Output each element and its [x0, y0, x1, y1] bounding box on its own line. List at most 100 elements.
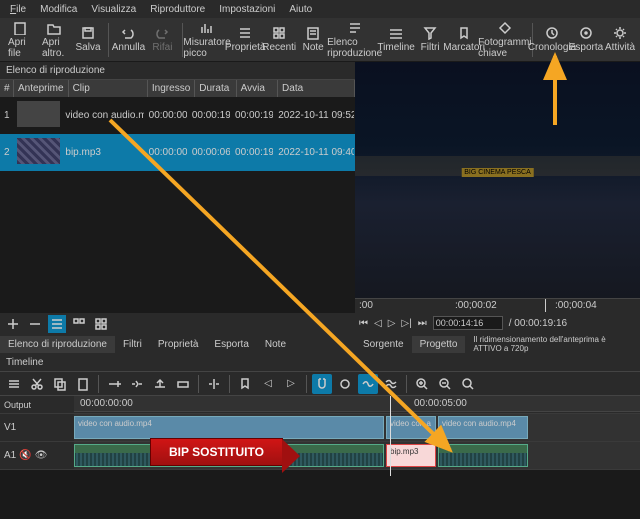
peak-meter-button[interactable]: Misuratore picco [187, 19, 227, 61]
menu-settings[interactable]: Impostazioni [213, 2, 281, 17]
undo-button[interactable]: Annulla [112, 24, 144, 55]
tl-zoom-out-button[interactable] [435, 374, 455, 394]
tab-props[interactable]: Proprietà [150, 336, 207, 353]
audio-clip[interactable] [438, 444, 528, 467]
video-clip[interactable]: video con a [386, 416, 436, 439]
playlist-button[interactable]: Elenco riproduzione [331, 19, 378, 61]
notes-button[interactable]: Note [297, 24, 329, 55]
minus-icon [28, 317, 42, 331]
timeline-panel-title: Timeline [0, 354, 640, 372]
tl-prev-marker-button[interactable]: ◁ [258, 374, 278, 394]
tl-cut-button[interactable] [27, 374, 47, 394]
filters-button[interactable]: Filtri [414, 24, 446, 55]
tl-split-button[interactable] [204, 374, 224, 394]
export-icon [579, 26, 593, 40]
tl-copy-button[interactable] [50, 374, 70, 394]
video-clip[interactable]: video con audio.mp4 [438, 416, 528, 439]
col-start[interactable]: Avvia [237, 80, 278, 97]
next-frame-button[interactable]: ▷| [401, 318, 411, 329]
playlist-row[interactable]: 2 bip.mp3 00:00:00:00 00:00:06:01 00:00:… [0, 134, 355, 171]
audio-clip-bip[interactable]: bip.mp3 [386, 444, 436, 467]
mute-icon[interactable]: 🔇 [19, 450, 31, 461]
transport-bar: ⏮ ◁ ▷ ▷| ⏭ / 00:00:19:16 [355, 312, 640, 334]
tl-zoom-in-button[interactable] [412, 374, 432, 394]
preview-ruler[interactable]: :00 :00;00:02 :00;00:04 [355, 298, 640, 312]
skip-end-button[interactable]: ⏭ [418, 318, 427, 329]
tab-notes[interactable]: Note [257, 336, 294, 353]
open-other-button[interactable]: Apri altro. [38, 19, 70, 61]
position-field[interactable] [433, 316, 503, 330]
tl-next-marker-button[interactable]: ▷ [281, 374, 301, 394]
view-details-button[interactable] [48, 315, 66, 333]
menu-edit[interactable]: Modifica [34, 2, 83, 17]
preview-player[interactable]: BIG CINEMA PESCA [355, 62, 640, 298]
history-button[interactable]: Cronologia [536, 24, 568, 55]
view-tiles-button[interactable] [70, 315, 88, 333]
eye-icon[interactable]: 👁 [35, 450, 48, 461]
skip-start-button[interactable]: ⏮ [359, 318, 368, 329]
export-button[interactable]: Esporta [570, 24, 602, 55]
tl-ripple-delete-button[interactable] [127, 374, 147, 394]
tl-append-button[interactable] [104, 374, 124, 394]
view-icons-button[interactable] [92, 315, 110, 333]
col-dur[interactable]: Durata [195, 80, 236, 97]
tl-paste-button[interactable] [73, 374, 93, 394]
video-clip[interactable]: video con audio.mp4 [74, 416, 384, 439]
ripple-all-icon [384, 377, 398, 391]
col-in[interactable]: Ingresso [148, 80, 195, 97]
tl-zoom-fit-button[interactable] [458, 374, 478, 394]
tl-snap-button[interactable] [312, 374, 332, 394]
lift-icon [153, 377, 167, 391]
playhead-mark[interactable] [545, 299, 546, 312]
menu-file[interactable]: FFileile [4, 2, 32, 17]
recent-button[interactable]: Recenti [263, 24, 295, 55]
split-icon [207, 377, 221, 391]
col-num[interactable]: # [0, 80, 14, 97]
tab-playlist[interactable]: Elenco di riproduzione [0, 336, 115, 353]
tl-ripple-button[interactable] [358, 374, 378, 394]
menu-view[interactable]: Visualizza [85, 2, 142, 17]
tab-source[interactable]: Sorgente [355, 336, 412, 353]
meter-icon [200, 21, 214, 35]
col-date[interactable]: Data [278, 80, 355, 97]
tl-scrub-button[interactable] [335, 374, 355, 394]
redo-icon [155, 26, 169, 40]
track-header-v1[interactable]: V1 [0, 414, 74, 441]
save-button[interactable]: Salva [72, 24, 104, 55]
prev-frame-button[interactable]: ◁ [374, 318, 382, 329]
timeline-button[interactable]: Timeline [380, 24, 412, 55]
jobs-button[interactable]: Attività [604, 24, 636, 55]
keyframes-button[interactable]: Fotogrammi chiave [482, 19, 527, 61]
tab-filters[interactable]: Filtri [115, 336, 150, 353]
play-button[interactable]: ▷ [388, 318, 396, 329]
tiles-icon [72, 317, 86, 331]
playlist-view-toolbar [0, 313, 355, 336]
remove-button[interactable] [26, 315, 44, 333]
right-tabbar: Sorgente Progetto Il ridimensionamento d… [355, 334, 640, 354]
playlist-row[interactable]: 1 video con audio.mp4 00:00:00:00 00:00:… [0, 97, 355, 134]
plus-icon [6, 317, 20, 331]
properties-button[interactable]: Proprietà [229, 24, 261, 55]
tl-lift-button[interactable] [150, 374, 170, 394]
col-clip[interactable]: Clip [69, 80, 148, 97]
open-file-button[interactable]: Apri file [4, 19, 36, 61]
tl-marker-button[interactable] [235, 374, 255, 394]
markers-button[interactable]: Marcatori [448, 24, 480, 55]
playhead[interactable] [390, 396, 391, 476]
add-button[interactable] [4, 315, 22, 333]
tab-project[interactable]: Progetto [412, 336, 466, 353]
tab-export[interactable]: Esporta [206, 336, 256, 353]
tl-menu-button[interactable] [4, 374, 24, 394]
redo-button[interactable]: Rifai [146, 24, 178, 55]
col-thumb[interactable]: Anteprime [14, 80, 69, 97]
timeline-ruler[interactable]: 00:00:00:00 00:00:05:00 [74, 396, 640, 412]
scene-sign: BIG CINEMA PESCA [461, 168, 534, 177]
tl-overwrite-button[interactable] [173, 374, 193, 394]
track-header-a1[interactable]: A1 🔇 👁 [0, 442, 74, 469]
track-body-v1[interactable]: video con audio.mp4 video con a video co… [74, 414, 640, 441]
menu-help[interactable]: Aiuto [283, 2, 318, 17]
main-toolbar: Apri file Apri altro. Salva Annulla Rifa… [0, 18, 640, 62]
tl-ripple-all-button[interactable] [381, 374, 401, 394]
menu-player[interactable]: Riproduttore [144, 2, 211, 17]
list-icon [50, 317, 64, 331]
